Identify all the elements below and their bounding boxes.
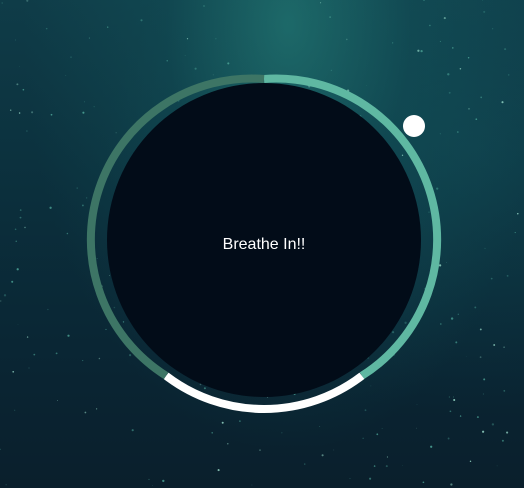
progress-pointer xyxy=(403,115,425,137)
breath-instruction: Breathe In!! xyxy=(222,236,306,253)
breathing-app: Breathe In!! xyxy=(0,0,524,488)
